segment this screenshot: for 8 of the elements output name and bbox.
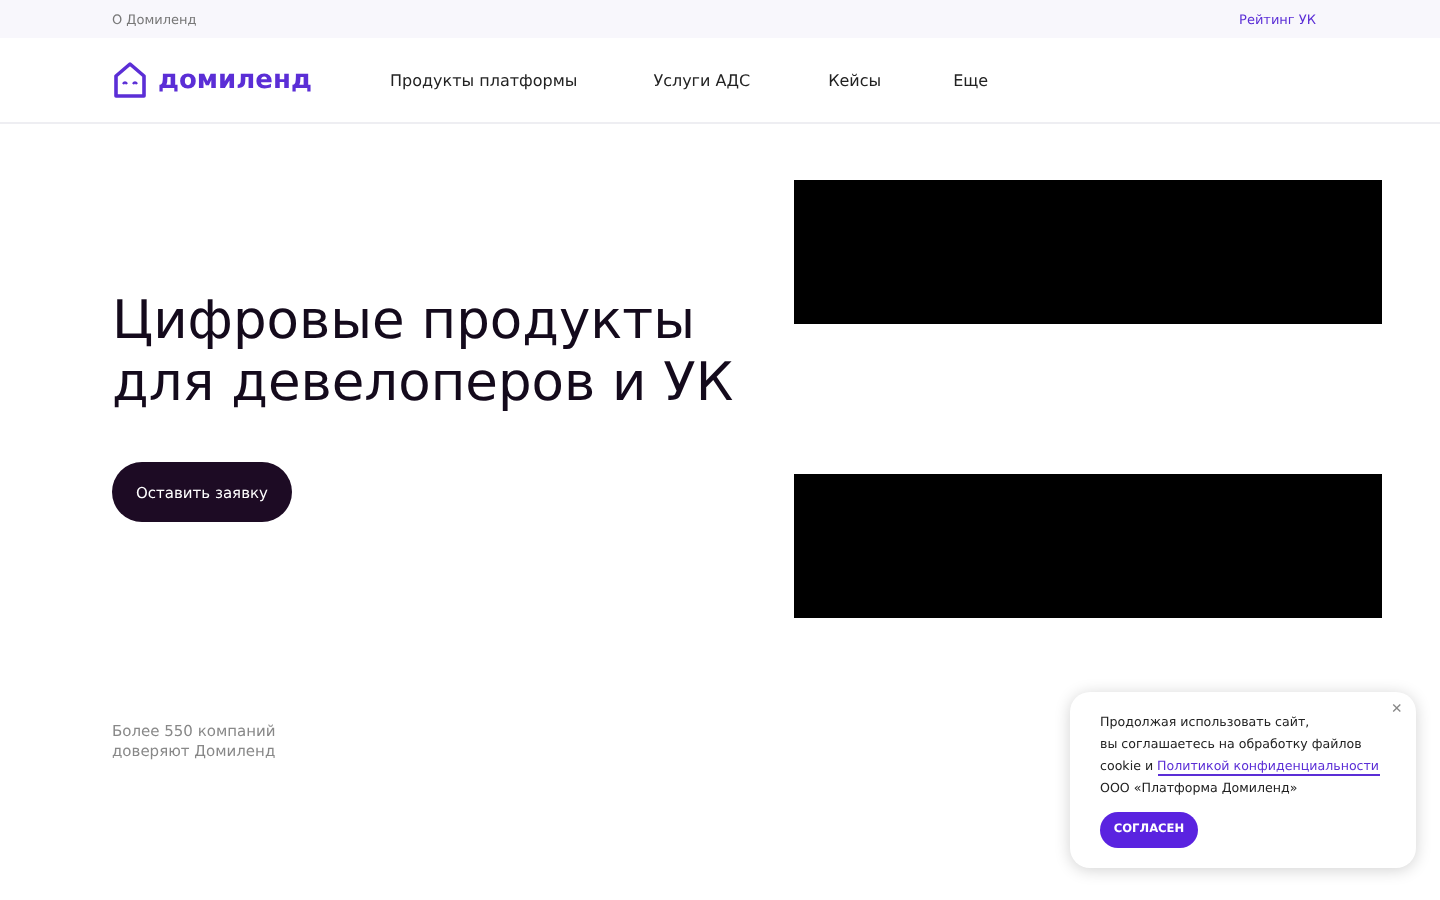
hero-title: Цифровые продукты для девелоперов и УК	[112, 290, 736, 414]
house-logo-icon	[112, 60, 148, 100]
nav-link[interactable]: Кейсы	[828, 71, 882, 89]
logo-text: домиленд	[158, 65, 312, 95]
nav-link[interactable]: Продукты платформы	[390, 71, 578, 89]
nav-link[interactable]: Услуги АДС	[653, 71, 751, 89]
nav-link[interactable]: Еще	[953, 71, 989, 89]
close-button[interactable]: ×	[1391, 698, 1402, 718]
